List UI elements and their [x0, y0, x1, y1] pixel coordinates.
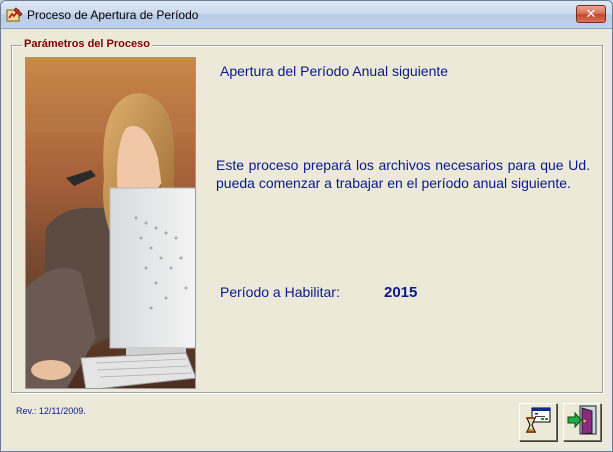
- client-area: Parámetros del Proceso Apertura del Perí…: [5, 30, 608, 448]
- window-title: Proceso de Apertura de Período: [27, 8, 199, 22]
- process-button[interactable]: [519, 403, 557, 441]
- period-label: Período a Habilitar:: [220, 284, 340, 300]
- process-hourglass-icon: [523, 405, 553, 440]
- close-icon: ✕: [585, 6, 597, 22]
- period-value: 2015: [384, 284, 418, 301]
- app-icon: [6, 6, 24, 24]
- woman-at-computer-photo: [25, 57, 196, 389]
- title-bar[interactable]: Proceso de Apertura de Período ✕: [1, 1, 612, 29]
- process-description: Este proceso prepará los archivos necesa…: [216, 157, 590, 191]
- exit-button[interactable]: [563, 403, 601, 441]
- group-legend: Parámetros del Proceso: [22, 38, 152, 50]
- application-window: Proceso de Apertura de Período ✕ Parámet…: [0, 0, 613, 452]
- process-heading: Apertura del Período Anual siguiente: [220, 63, 449, 79]
- close-button[interactable]: ✕: [576, 5, 606, 23]
- process-parameters-group: Parámetros del Proceso Apertura del Perí…: [11, 38, 603, 393]
- revision-text: Rev.: 12/11/2009.: [16, 406, 86, 416]
- exit-door-icon: [566, 404, 598, 441]
